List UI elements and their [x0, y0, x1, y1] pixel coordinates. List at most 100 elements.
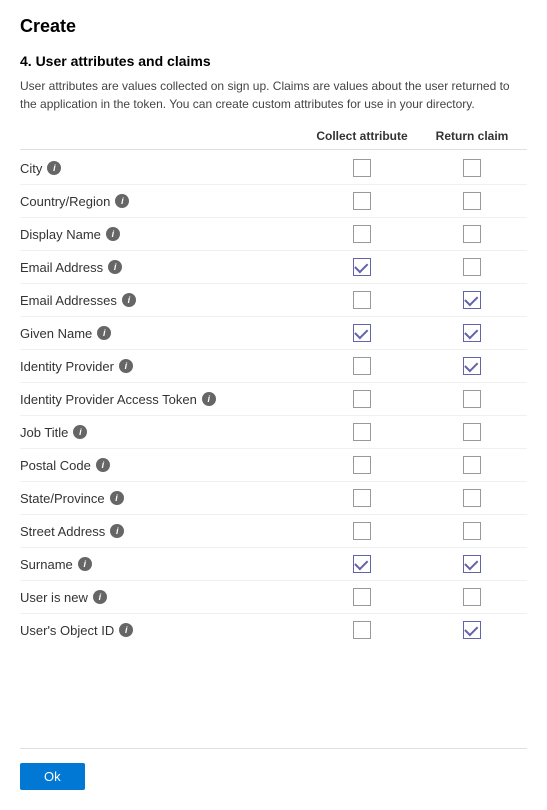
return-checkbox-cell-state_province	[417, 489, 527, 507]
attribute-name-street_address: Street Addressi	[20, 524, 307, 539]
info-icon-display_name[interactable]: i	[106, 227, 120, 241]
collect-checkbox-email_addresses[interactable]	[353, 291, 371, 309]
collect-checkbox-email_address[interactable]	[353, 258, 371, 276]
collect-checkbox-cell-state_province	[307, 489, 417, 507]
collect-checkbox-display_name[interactable]	[353, 225, 371, 243]
attribute-name-postal_code: Postal Codei	[20, 458, 307, 473]
collect-checkbox-state_province[interactable]	[353, 489, 371, 507]
collect-checkbox-cell-street_address	[307, 522, 417, 540]
return-checkbox-cell-identity_provider	[417, 357, 527, 375]
attribute-name-identity_provider_access_token: Identity Provider Access Tokeni	[20, 392, 307, 407]
collect-checkbox-cell-email_addresses	[307, 291, 417, 309]
table-row: Country/Regioni	[20, 185, 527, 218]
table-row: Identity Provider Access Tokeni	[20, 383, 527, 416]
table-row: Display Namei	[20, 218, 527, 251]
table-row: Email Addressesi	[20, 284, 527, 317]
attribute-name-surname: Surnamei	[20, 557, 307, 572]
return-checkbox-street_address[interactable]	[463, 522, 481, 540]
return-checkbox-cell-city	[417, 159, 527, 177]
return-checkbox-cell-given_name	[417, 324, 527, 342]
return-checkbox-display_name[interactable]	[463, 225, 481, 243]
attribute-name-identity_provider: Identity Provideri	[20, 359, 307, 374]
return-checkbox-identity_provider[interactable]	[463, 357, 481, 375]
return-checkbox-cell-job_title	[417, 423, 527, 441]
info-icon-email_address[interactable]: i	[108, 260, 122, 274]
collect-checkbox-surname[interactable]	[353, 555, 371, 573]
info-icon-user_is_new[interactable]: i	[93, 590, 107, 604]
return-checkbox-country_region[interactable]	[463, 192, 481, 210]
collect-checkbox-job_title[interactable]	[353, 423, 371, 441]
table-header: Collect attribute Return claim	[20, 129, 527, 150]
collect-checkbox-cell-display_name	[307, 225, 417, 243]
collect-checkbox-identity_provider_access_token[interactable]	[353, 390, 371, 408]
collect-checkbox-cell-surname	[307, 555, 417, 573]
info-icon-state_province[interactable]: i	[110, 491, 124, 505]
collect-checkbox-cell-country_region	[307, 192, 417, 210]
collect-checkbox-street_address[interactable]	[353, 522, 371, 540]
collect-checkbox-country_region[interactable]	[353, 192, 371, 210]
info-icon-city[interactable]: i	[47, 161, 61, 175]
table-row: Cityi	[20, 152, 527, 185]
return-checkbox-cell-country_region	[417, 192, 527, 210]
collect-checkbox-given_name[interactable]	[353, 324, 371, 342]
return-checkbox-cell-users_object_id	[417, 621, 527, 639]
return-checkbox-postal_code[interactable]	[463, 456, 481, 474]
return-checkbox-job_title[interactable]	[463, 423, 481, 441]
attribute-name-user_is_new: User is newi	[20, 590, 307, 605]
collect-column-header: Collect attribute	[307, 129, 417, 143]
attribute-name-users_object_id: User's Object IDi	[20, 623, 307, 638]
return-checkbox-users_object_id[interactable]	[463, 621, 481, 639]
collect-checkbox-cell-identity_provider	[307, 357, 417, 375]
return-checkbox-cell-email_addresses	[417, 291, 527, 309]
return-checkbox-email_addresses[interactable]	[463, 291, 481, 309]
attribute-name-given_name: Given Namei	[20, 326, 307, 341]
table-row: Given Namei	[20, 317, 527, 350]
info-icon-identity_provider_access_token[interactable]: i	[202, 392, 216, 406]
attribute-name-display_name: Display Namei	[20, 227, 307, 242]
info-icon-users_object_id[interactable]: i	[119, 623, 133, 637]
collect-checkbox-cell-users_object_id	[307, 621, 417, 639]
table-row: Postal Codei	[20, 449, 527, 482]
info-icon-identity_provider[interactable]: i	[119, 359, 133, 373]
collect-checkbox-cell-given_name	[307, 324, 417, 342]
info-icon-given_name[interactable]: i	[97, 326, 111, 340]
collect-checkbox-user_is_new[interactable]	[353, 588, 371, 606]
info-icon-job_title[interactable]: i	[73, 425, 87, 439]
collect-checkbox-cell-user_is_new	[307, 588, 417, 606]
collect-checkbox-city[interactable]	[353, 159, 371, 177]
collect-checkbox-identity_provider[interactable]	[353, 357, 371, 375]
collect-checkbox-postal_code[interactable]	[353, 456, 371, 474]
attributes-table: Cityi Country/Regioni Display Namei Email A…	[20, 152, 527, 740]
footer: Ok	[20, 748, 527, 790]
table-row: Identity Provideri	[20, 350, 527, 383]
attribute-name-email_addresses: Email Addressesi	[20, 293, 307, 308]
collect-checkbox-cell-postal_code	[307, 456, 417, 474]
return-checkbox-email_address[interactable]	[463, 258, 481, 276]
info-icon-email_addresses[interactable]: i	[122, 293, 136, 307]
info-icon-postal_code[interactable]: i	[96, 458, 110, 472]
return-checkbox-cell-email_address	[417, 258, 527, 276]
collect-checkbox-cell-job_title	[307, 423, 417, 441]
attribute-name-country_region: Country/Regioni	[20, 194, 307, 209]
return-checkbox-city[interactable]	[463, 159, 481, 177]
ok-button[interactable]: Ok	[20, 763, 85, 790]
return-checkbox-state_province[interactable]	[463, 489, 481, 507]
section-description: User attributes are values collected on …	[20, 77, 527, 113]
return-checkbox-given_name[interactable]	[463, 324, 481, 342]
return-checkbox-identity_provider_access_token[interactable]	[463, 390, 481, 408]
return-checkbox-cell-street_address	[417, 522, 527, 540]
return-checkbox-user_is_new[interactable]	[463, 588, 481, 606]
info-icon-surname[interactable]: i	[78, 557, 92, 571]
return-checkbox-cell-surname	[417, 555, 527, 573]
table-row: State/Provincei	[20, 482, 527, 515]
page-container: Create 4. User attributes and claims Use…	[0, 0, 547, 810]
return-checkbox-cell-postal_code	[417, 456, 527, 474]
collect-checkbox-users_object_id[interactable]	[353, 621, 371, 639]
table-row: Street Addressi	[20, 515, 527, 548]
table-row: User's Object IDi	[20, 614, 527, 646]
info-icon-street_address[interactable]: i	[110, 524, 124, 538]
return-checkbox-cell-identity_provider_access_token	[417, 390, 527, 408]
return-checkbox-cell-user_is_new	[417, 588, 527, 606]
info-icon-country_region[interactable]: i	[115, 194, 129, 208]
return-checkbox-surname[interactable]	[463, 555, 481, 573]
